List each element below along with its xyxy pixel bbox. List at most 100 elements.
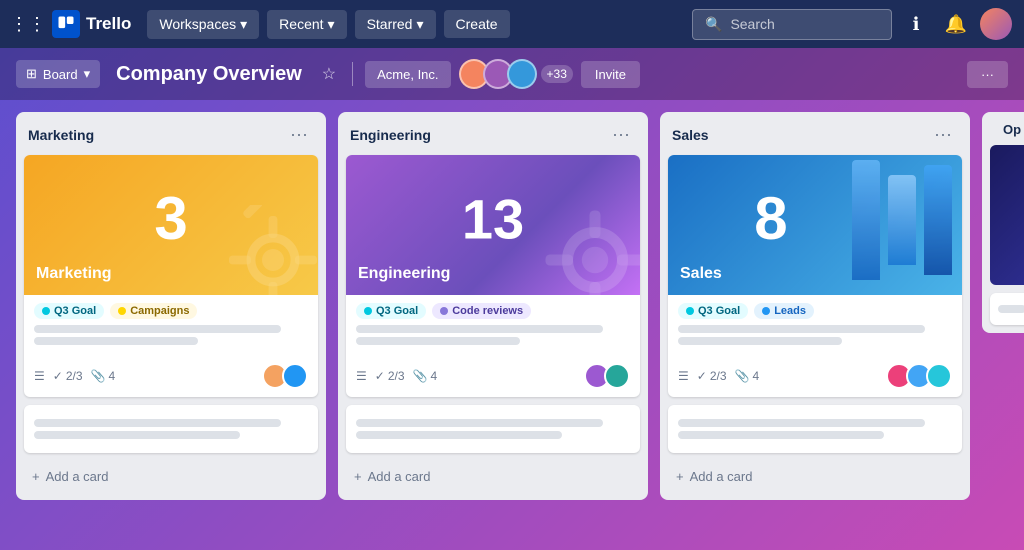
more-members-badge[interactable]: +33 [541,65,573,83]
card-body-marketing: Q3 Goal Campaigns [24,295,318,357]
tag-dot-yellow [118,307,126,315]
card-engineering-main[interactable]: 13 Engineering Q3 Goal Code reviews [346,155,640,397]
tag-leads: Leads [754,303,814,319]
recent-button[interactable]: Recent ▾ [267,10,346,39]
tag-dot-cyan [42,307,50,315]
skeleton-line [356,431,562,439]
board-title: Company Overview [116,63,302,86]
skeleton-line [34,419,281,427]
board-header: ⊞ Board ▾ Company Overview ☆ Acme, Inc. … [0,48,1024,100]
tag-q3goal-engineering: Q3 Goal [356,303,426,319]
skeleton-line [998,305,1024,313]
chevron-down-icon: ▾ [84,66,91,82]
cover-label-marketing: Marketing [36,265,112,283]
skeleton-line [356,419,603,427]
card-cover-sales: 8 Sales [668,155,962,295]
footer-avatars-sales [886,363,952,389]
trello-logo-text: Trello [86,14,131,34]
board-view-button[interactable]: ⊞ Board ▾ [16,60,100,88]
board-icon: ⊞ [26,66,37,82]
top-nav: ⋮⋮ Trello Workspaces ▾ Recent ▾ Starred … [0,0,1024,48]
skeleton-line [678,337,842,345]
checklist-icon: ☰ [356,369,367,383]
trello-logo-box [52,10,80,38]
footer-avatars-marketing [262,363,308,389]
attachment-icon-sales: 📎 4 [735,369,760,383]
trello-logo[interactable]: Trello [52,10,131,38]
card-sales-skeleton-1[interactable] [668,405,962,453]
divider [352,62,353,86]
footer-avatar-2 [282,363,308,389]
member-avatars: +33 [459,59,573,89]
column-menu-button-sales[interactable]: ··· [928,122,958,147]
skeleton-line [34,337,198,345]
add-card-button-sales[interactable]: + Add a card [664,461,966,492]
card-marketing-main[interactable]: 3 Marketing Q3 Goal Campaigns [24,155,318,397]
task-count-sales: ✓ 2/3 [697,369,727,383]
card-footer-marketing: ☰ ✓ 2/3 📎 4 [24,357,318,397]
task-count-marketing: ✓ 2/3 [53,369,83,383]
plus-icon: + [32,469,40,484]
card-operations-skeleton [990,293,1024,325]
skeleton-line [356,325,603,333]
column-engineering: Engineering ··· 13 Engineering [338,112,648,500]
add-card-button-marketing[interactable]: + Add a card [20,461,322,492]
card-marketing-skeleton-1[interactable] [24,405,318,453]
tag-row-engineering: Q3 Goal Code reviews [356,303,630,319]
user-avatar[interactable] [980,8,1012,40]
member-avatar-3[interactable] [507,59,537,89]
column-title-marketing: Marketing [28,127,94,143]
column-title-engineering: Engineering [350,127,431,143]
card-body-engineering: Q3 Goal Code reviews [346,295,640,357]
column-header-operations: Op [982,112,1024,145]
column-header-engineering: Engineering ··· [338,112,648,155]
cover-label-engineering: Engineering [358,265,450,283]
search-bar[interactable]: 🔍 [692,9,892,40]
card-footer-engineering: ☰ ✓ 2/3 📎 4 [346,357,640,397]
card-body-sales: Q3 Goal Leads [668,295,962,357]
skeleton-line [356,337,520,345]
search-input[interactable] [730,16,879,32]
notifications-button[interactable]: 🔔 [940,8,972,40]
star-icon: ☆ [322,66,336,83]
info-button[interactable]: ℹ [900,8,932,40]
star-button[interactable]: ☆ [318,60,340,88]
plus-icon: + [676,469,684,484]
workspaces-button[interactable]: Workspaces ▾ [147,10,259,39]
grid-icon: ⋮⋮ [10,14,46,35]
skeleton-line [678,431,884,439]
task-count-engineering: ✓ 2/3 [375,369,405,383]
chevron-down-icon: ▾ [416,16,423,33]
trello-icon [56,14,76,34]
tag-q3goal-sales: Q3 Goal [678,303,748,319]
chevron-down-icon: ▾ [240,16,247,33]
chevron-down-icon: ▾ [328,16,335,33]
card-engineering-skeleton-1[interactable] [346,405,640,453]
grid-menu-button[interactable]: ⋮⋮ [12,8,44,40]
bell-icon: 🔔 [945,14,967,35]
tag-row-marketing: Q3 Goal Campaigns [34,303,308,319]
board-more-button[interactable]: ··· [967,61,1008,88]
add-card-button-engineering[interactable]: + Add a card [342,461,644,492]
checklist-icon: ☰ [678,369,689,383]
footer-avatars-engineering [584,363,630,389]
info-icon: ℹ [913,14,920,35]
column-marketing: Marketing ··· 3 Marketing [16,112,326,500]
column-header-sales: Sales ··· [660,112,970,155]
search-icon: 🔍 [705,16,722,33]
skeleton-line [34,431,240,439]
tag-campaigns: Campaigns [110,303,197,319]
plus-icon: + [354,469,362,484]
column-sales: Sales ··· 8 Sales Q3 Goal [660,112,970,500]
attachment-icon-marketing: 📎 4 [91,369,116,383]
board-area: Marketing ··· 3 Marketing [0,100,1024,550]
starred-button[interactable]: Starred ▾ [355,10,436,39]
invite-button[interactable]: Invite [581,61,640,88]
card-sales-main[interactable]: 8 Sales Q3 Goal Leads ☰ [668,155,962,397]
column-menu-button-marketing[interactable]: ··· [284,122,314,147]
skeleton-line [678,419,925,427]
workspace-button[interactable]: Acme, Inc. [365,61,450,88]
create-button[interactable]: Create [444,10,510,38]
column-operations-partial: Op [982,112,1024,333]
column-menu-button-engineering[interactable]: ··· [606,122,636,147]
